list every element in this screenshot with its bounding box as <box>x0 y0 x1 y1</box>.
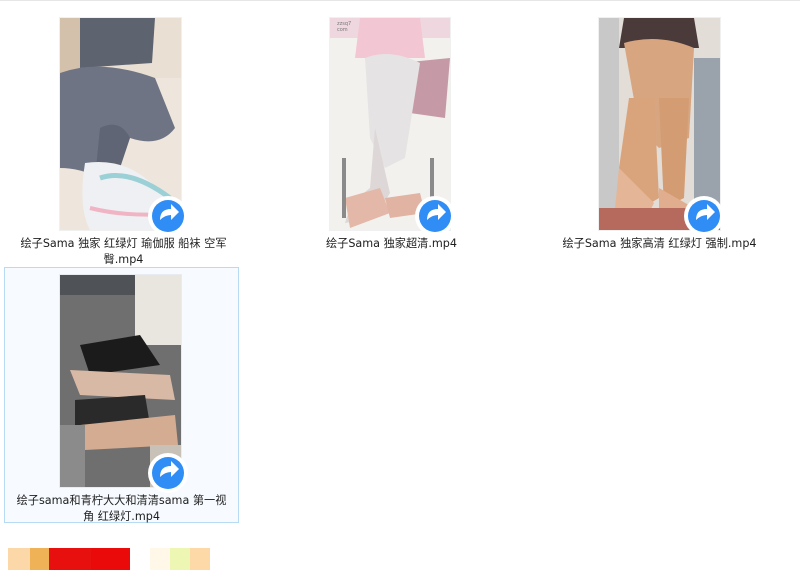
file-name: 绘子Sama 独家 红绿灯 瑜伽服 船袜 空军 臀.mp4 <box>20 237 227 266</box>
file-item[interactable]: zzsq7 com 绘子Sama 独家超清.mp4 <box>274 8 507 266</box>
swatch <box>49 548 91 570</box>
swatch <box>8 548 30 570</box>
swatch-strip <box>8 548 210 570</box>
file-item-selected[interactable]: 绘子sama和青柠大大和清清sama 第一视角 红绿灯.mp4 <box>4 267 239 523</box>
video-player-badge-icon <box>148 196 188 236</box>
swatch <box>190 548 210 570</box>
video-player-badge-icon <box>148 453 188 493</box>
video-player-badge-icon <box>415 196 455 236</box>
file-name: 绘子Sama 独家超清.mp4 <box>325 237 458 250</box>
file-name: 绘子Sama 独家高清 红绿灯 强制.mp4 <box>562 237 757 250</box>
swatch <box>30 548 49 570</box>
top-border <box>0 0 800 1</box>
swatch <box>91 548 130 570</box>
swatch <box>130 548 150 570</box>
thumbnail-watermark: zzsq7 com <box>337 21 352 33</box>
file-item[interactable]: 绘子Sama 独家 红绿灯 瑜伽服 船袜 空军 臀.mp4 <box>6 8 239 266</box>
video-player-badge-icon <box>684 196 724 236</box>
file-item[interactable]: 绘子Sama 独家高清 红绿灯 强制.mp4 <box>542 8 775 266</box>
swatch <box>170 548 190 570</box>
file-name: 绘子sama和青柠大大和清清sama 第一视角 红绿灯.mp4 <box>16 494 227 523</box>
swatch <box>150 548 170 570</box>
